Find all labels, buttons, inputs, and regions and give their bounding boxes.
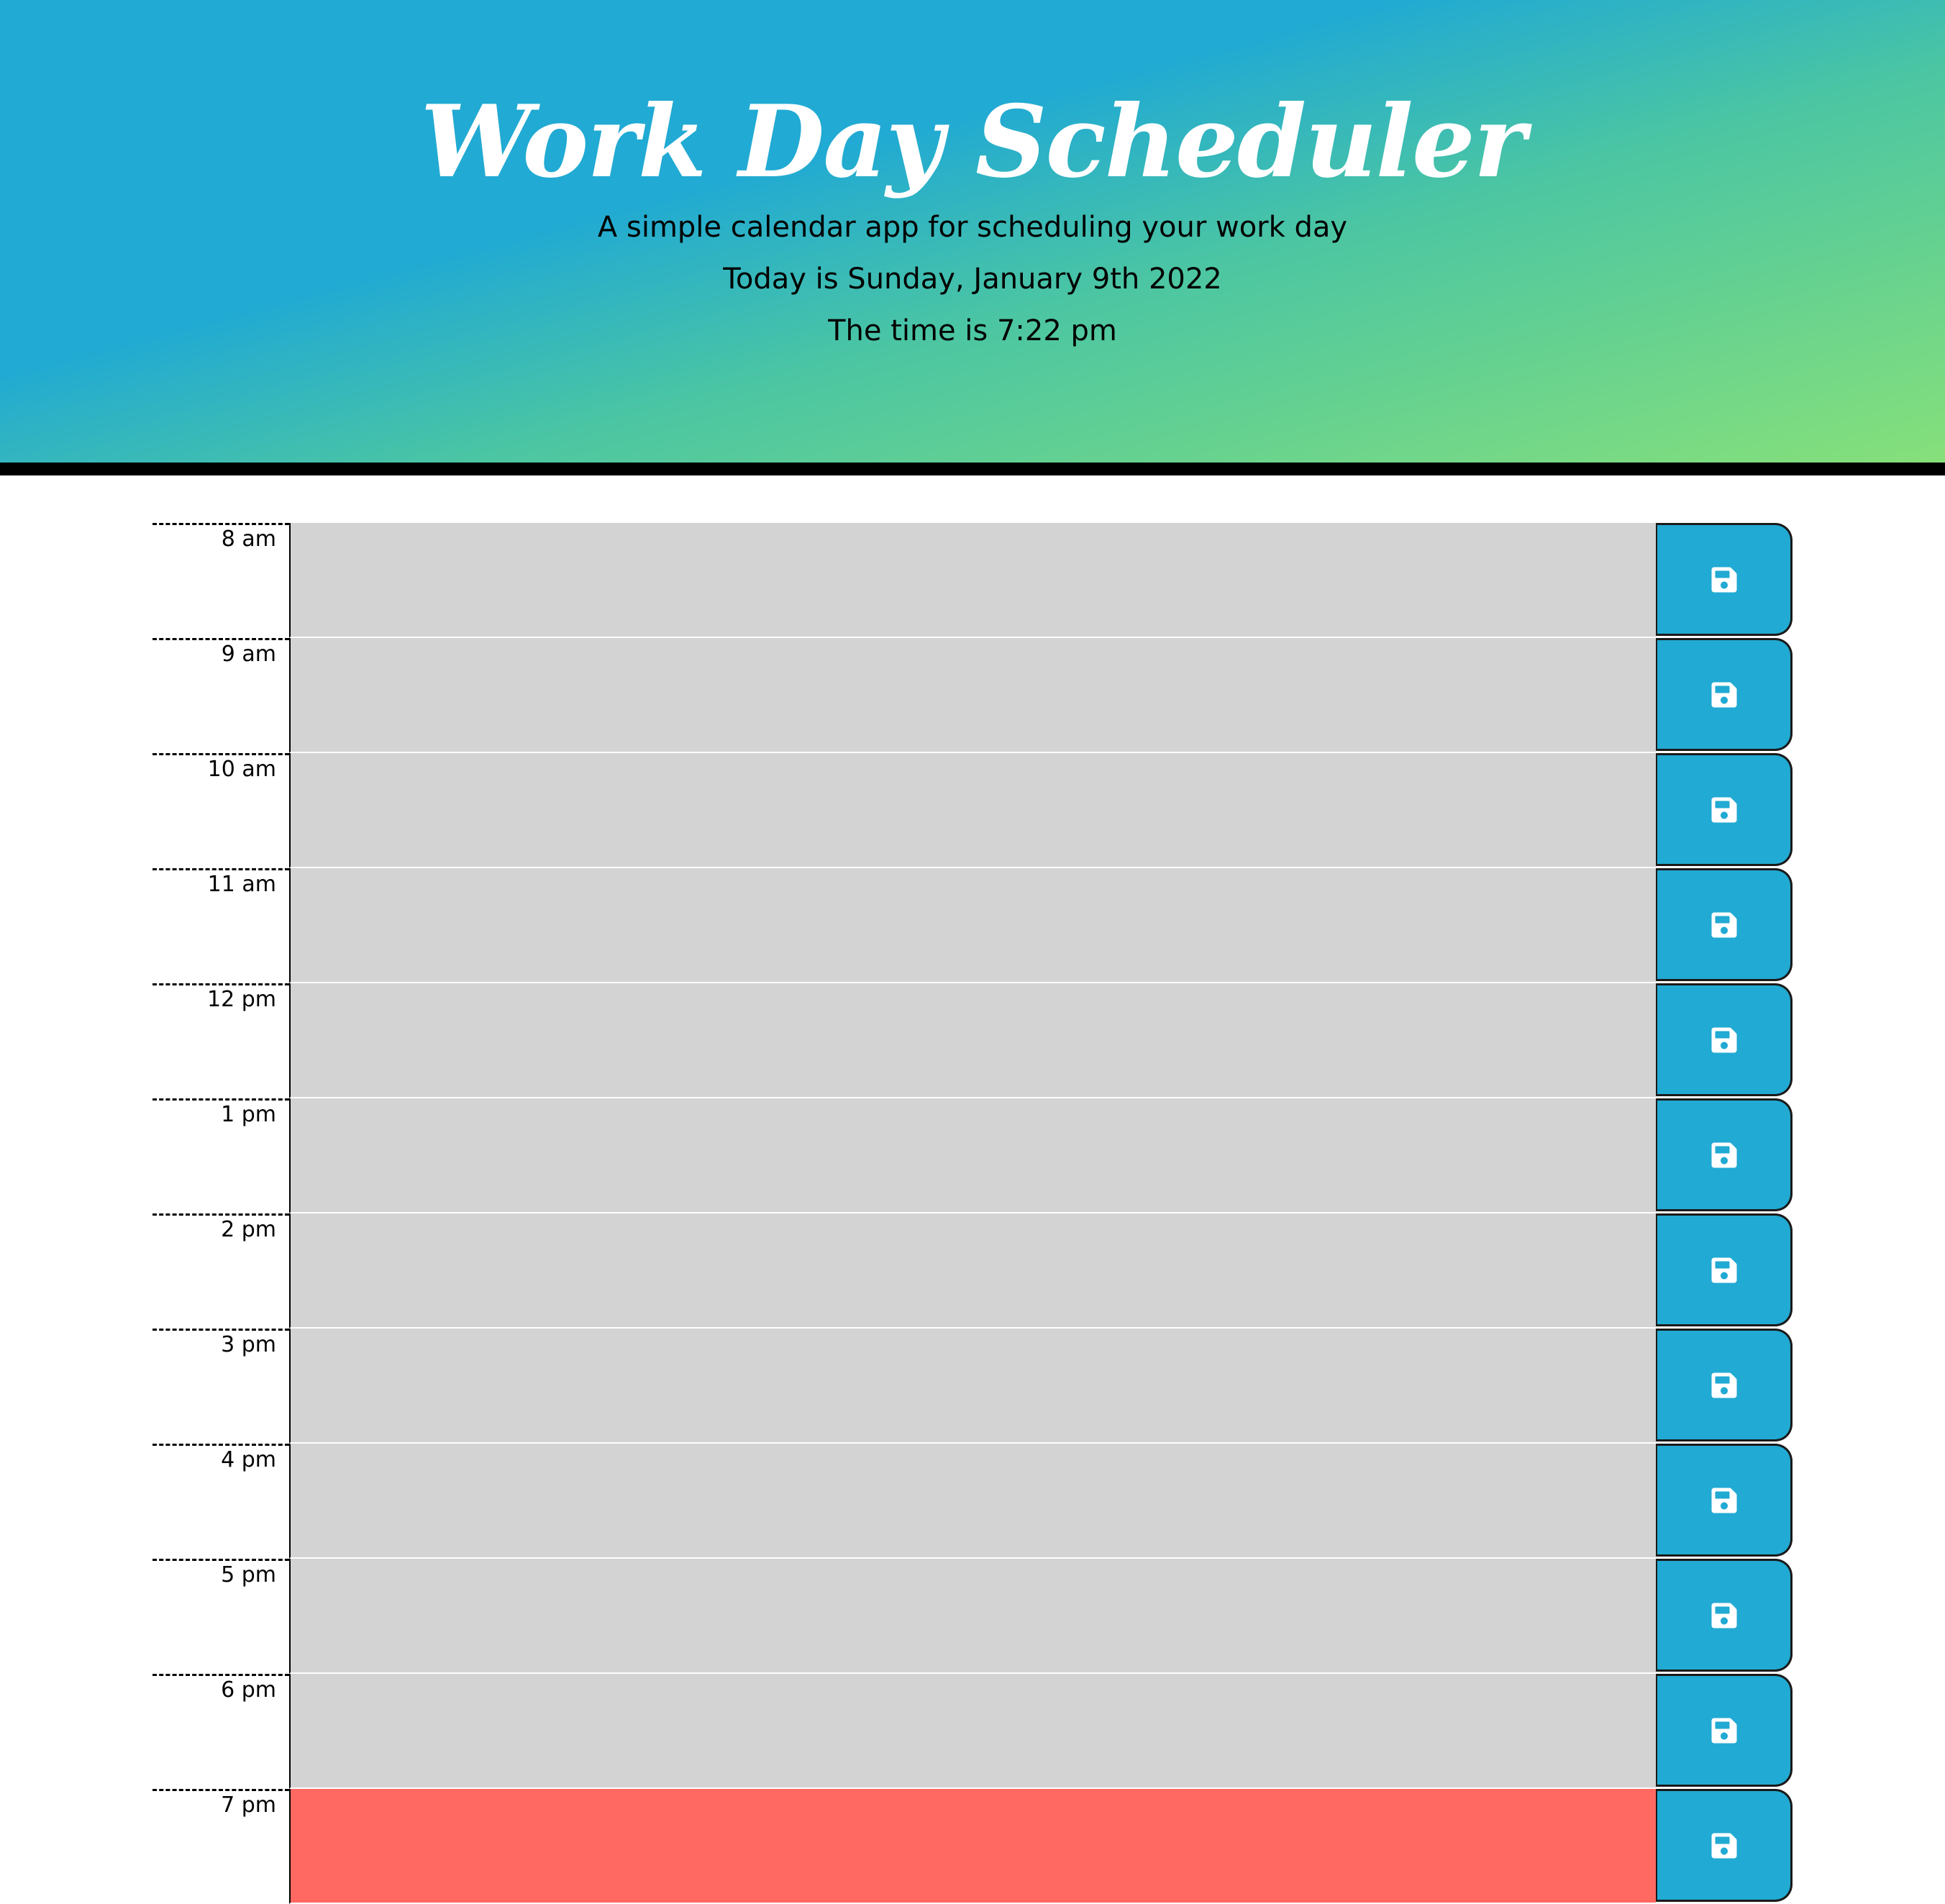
- event-description-input[interactable]: [289, 1674, 1656, 1789]
- event-description-input[interactable]: [289, 523, 1656, 638]
- event-description-input[interactable]: [289, 1444, 1656, 1559]
- floppy-disk-icon: [1711, 1257, 1736, 1283]
- time-block-row: 12 pm: [152, 983, 1793, 1098]
- time-block-row: 5 pm: [152, 1559, 1793, 1674]
- event-description-input[interactable]: [289, 1213, 1656, 1329]
- hour-label: 6 pm: [152, 1674, 289, 1789]
- hour-label: 1 pm: [152, 1098, 289, 1213]
- hour-label: 2 pm: [152, 1213, 289, 1329]
- save-button[interactable]: [1656, 1213, 1793, 1326]
- floppy-disk-icon: [1711, 682, 1736, 707]
- time-block-row: 2 pm: [152, 1213, 1793, 1329]
- hour-label: 7 pm: [152, 1789, 289, 1904]
- floppy-disk-icon: [1711, 1142, 1736, 1167]
- floppy-disk-icon: [1711, 1718, 1736, 1743]
- current-date: Today is Sunday, January 9th 2022: [723, 263, 1222, 296]
- header-jumbotron: Work Day Scheduler A simple calendar app…: [0, 0, 1945, 463]
- event-description-input[interactable]: [289, 1559, 1656, 1674]
- save-button[interactable]: [1656, 753, 1793, 866]
- save-button[interactable]: [1656, 1789, 1793, 1902]
- time-block-row: 11 am: [152, 868, 1793, 983]
- event-description-input[interactable]: [289, 1329, 1656, 1444]
- hour-label: 5 pm: [152, 1559, 289, 1674]
- hour-label: 9 am: [152, 638, 289, 753]
- save-button[interactable]: [1656, 1444, 1793, 1557]
- time-block-row: 6 pm: [152, 1674, 1793, 1789]
- app-subtitle: A simple calendar app for scheduling you…: [597, 211, 1348, 244]
- save-button[interactable]: [1656, 638, 1793, 751]
- floppy-disk-icon: [1711, 1603, 1736, 1628]
- header-divider: [0, 463, 1945, 475]
- page-title: Work Day Scheduler: [420, 83, 1526, 200]
- floppy-disk-icon: [1711, 1833, 1736, 1858]
- event-description-input[interactable]: [289, 868, 1656, 983]
- hour-label: 11 am: [152, 868, 289, 983]
- save-button[interactable]: [1656, 983, 1793, 1096]
- hour-label: 10 am: [152, 753, 289, 868]
- time-block-row: 7 pm: [152, 1789, 1793, 1904]
- save-button[interactable]: [1656, 523, 1793, 636]
- event-description-input[interactable]: [289, 983, 1656, 1098]
- hour-label: 12 pm: [152, 983, 289, 1098]
- event-description-input[interactable]: [289, 1098, 1656, 1213]
- floppy-disk-icon: [1711, 567, 1736, 592]
- time-block-row: 9 am: [152, 638, 1793, 753]
- time-block-row: 8 am: [152, 523, 1793, 638]
- time-block-row: 3 pm: [152, 1329, 1793, 1444]
- event-description-input[interactable]: [289, 638, 1656, 753]
- floppy-disk-icon: [1711, 1372, 1736, 1398]
- floppy-disk-icon: [1711, 797, 1736, 822]
- floppy-disk-icon: [1711, 1027, 1736, 1052]
- current-time: The time is 7:22 pm: [828, 314, 1117, 347]
- save-button[interactable]: [1656, 1559, 1793, 1672]
- hour-label: 4 pm: [152, 1444, 289, 1559]
- event-description-input[interactable]: [289, 753, 1656, 868]
- event-description-input[interactable]: [289, 1789, 1656, 1904]
- time-block-row: 10 am: [152, 753, 1793, 868]
- floppy-disk-icon: [1711, 912, 1736, 937]
- save-button[interactable]: [1656, 1674, 1793, 1787]
- hour-label: 8 am: [152, 523, 289, 638]
- save-button[interactable]: [1656, 1329, 1793, 1441]
- save-button[interactable]: [1656, 1098, 1793, 1211]
- time-block-row: 1 pm: [152, 1098, 1793, 1213]
- schedule-container: 8 am 9 am 10 am 11 am 12 pm 1 pm 2 pm 3 pm 4 pm 5…: [152, 523, 1793, 1904]
- hour-label: 3 pm: [152, 1329, 289, 1444]
- time-block-row: 4 pm: [152, 1444, 1793, 1559]
- floppy-disk-icon: [1711, 1488, 1736, 1513]
- save-button[interactable]: [1656, 868, 1793, 981]
